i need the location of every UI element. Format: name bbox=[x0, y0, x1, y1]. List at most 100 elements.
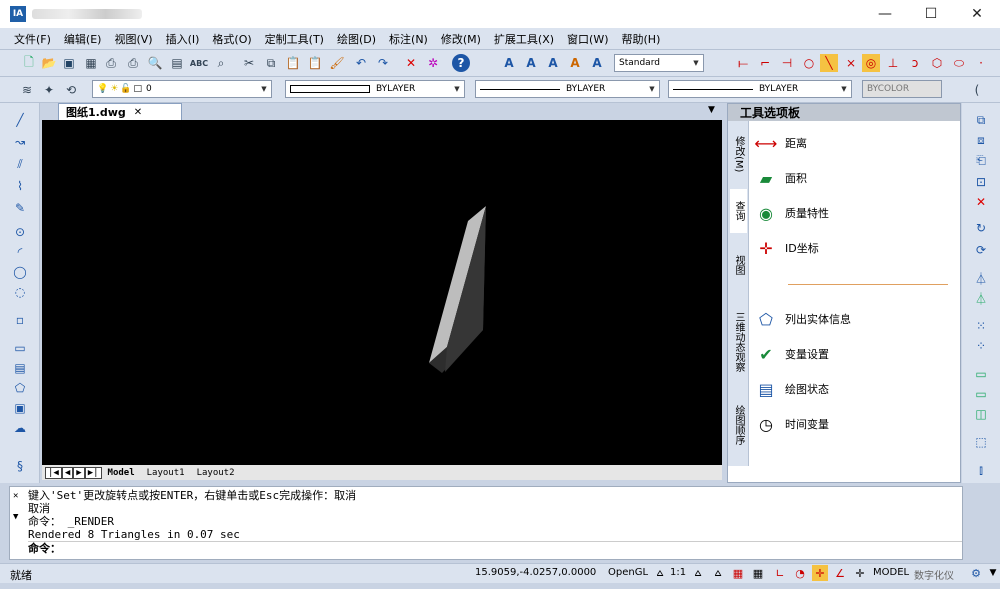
hatch-tool-icon[interactable]: ▤ bbox=[11, 359, 29, 377]
mirror-arc-icon[interactable]: ⟳ bbox=[972, 241, 990, 259]
annotation-scale[interactable]: 1:1 bbox=[670, 567, 686, 578]
construction-line-icon[interactable]: ⊣ bbox=[778, 54, 796, 72]
maximize-button[interactable]: ☐ bbox=[908, 0, 954, 28]
palette-item-id-point[interactable]: ✛ ID坐标 bbox=[752, 233, 818, 263]
line-tool-icon[interactable]: ╱ bbox=[11, 111, 29, 129]
region-tool-icon[interactable]: ⬠ bbox=[11, 379, 29, 397]
plot-style-select[interactable]: BYCOLOR bbox=[862, 80, 942, 98]
polyline-tool-icon[interactable]: ⌇ bbox=[11, 177, 29, 195]
close-button[interactable]: ✕ bbox=[954, 0, 1000, 28]
spline-tool-icon[interactable]: § bbox=[11, 457, 29, 475]
menu-extend-tools[interactable]: 扩展工具(X) bbox=[494, 31, 554, 47]
palette-tab-3d-orbit[interactable]: 三维动态观察 bbox=[730, 297, 747, 387]
lineweight-toggle-icon[interactable]: ✛ bbox=[852, 565, 868, 581]
snap-center-icon[interactable]: ◎ bbox=[862, 54, 880, 72]
first-layout-button[interactable]: |◀ bbox=[45, 466, 62, 479]
paste-special-icon[interactable]: 📋 bbox=[306, 54, 324, 72]
close-icon[interactable]: ✕ bbox=[134, 107, 142, 118]
undo-icon[interactable]: ↶ bbox=[352, 54, 370, 72]
gear-icon[interactable]: ⚙ bbox=[968, 565, 984, 581]
erase-icon[interactable]: ✕ bbox=[972, 193, 990, 211]
annotation-icon[interactable]: ⩟ bbox=[652, 565, 668, 581]
save-icon[interactable]: ▣ bbox=[60, 54, 78, 72]
menu-edit[interactable]: 编辑(E) bbox=[64, 31, 102, 47]
menu-format[interactable]: 格式(O) bbox=[212, 31, 251, 47]
array-polar-icon[interactable]: ⁘ bbox=[972, 337, 990, 355]
menu-file[interactable]: 文件(F) bbox=[14, 31, 51, 47]
annotation-visibility-icon[interactable]: ⩟ bbox=[690, 565, 706, 581]
auto-scale-icon[interactable]: ⩟ bbox=[710, 565, 726, 581]
paste-icon[interactable]: 📋 bbox=[284, 54, 302, 72]
menu-insert[interactable]: 插入(I) bbox=[166, 31, 200, 47]
perpendicular-icon[interactable]: ⊥ bbox=[884, 54, 902, 72]
menu-draw[interactable]: 绘图(D) bbox=[337, 31, 376, 47]
palette-item-status[interactable]: ▤ 绘图状态 bbox=[752, 374, 829, 404]
palette-tab-modify[interactable]: 修改(M) bbox=[730, 129, 747, 179]
multiline-tool-icon[interactable]: ⫽ bbox=[11, 155, 29, 173]
palette-item-time[interactable]: ◷ 时间变量 bbox=[752, 409, 829, 439]
snap-icon[interactable]: ▦ bbox=[730, 565, 746, 581]
scale-icon[interactable]: ▭ bbox=[972, 385, 990, 403]
menu-dimension[interactable]: 标注(N) bbox=[389, 31, 428, 47]
revision-cloud-icon[interactable]: ☁ bbox=[11, 419, 29, 437]
point-tool-icon[interactable]: ▫ bbox=[11, 311, 29, 329]
polygon-icon[interactable]: ⬡ bbox=[928, 54, 946, 72]
palette-item-setvar[interactable]: ✔ 变量设置 bbox=[752, 339, 829, 369]
single-text-icon[interactable]: A bbox=[544, 54, 562, 72]
tab-layout1[interactable]: Layout1 bbox=[147, 468, 185, 478]
linetype-select[interactable]: BYLAYER ▼ bbox=[475, 80, 660, 98]
3d-box-icon[interactable]: ⬚ bbox=[972, 433, 990, 451]
delete-icon[interactable]: ✕ bbox=[402, 54, 420, 72]
redo-icon[interactable]: ↷ bbox=[374, 54, 392, 72]
menu-modify[interactable]: 修改(M) bbox=[441, 31, 481, 47]
next-layout-button[interactable]: ▶ bbox=[73, 466, 85, 479]
layer-state-icon[interactable]: ✦ bbox=[40, 81, 58, 99]
text-style-select[interactable]: Standard ▼ bbox=[614, 54, 704, 72]
tab-layout2[interactable]: Layout2 bbox=[197, 468, 235, 478]
spell-check-icon[interactable]: ABC bbox=[190, 54, 208, 72]
digitizer-toggle[interactable]: 数字化仪 bbox=[914, 567, 954, 582]
color-select[interactable]: BYLAYER ▼ bbox=[285, 80, 465, 98]
otrack-icon[interactable]: ∠ bbox=[832, 565, 848, 581]
help-icon[interactable]: ? bbox=[452, 54, 470, 72]
palette-tab-query[interactable]: 查询 bbox=[730, 189, 747, 233]
arc-icon[interactable]: ╲ bbox=[820, 54, 838, 72]
wblock-icon[interactable]: ⊡ bbox=[972, 173, 990, 191]
polyline-icon[interactable]: ⌐ bbox=[756, 54, 774, 72]
new-file-icon[interactable]: 🗋 bbox=[20, 54, 38, 72]
edit-text-icon[interactable]: A bbox=[566, 54, 584, 72]
donut-tool-icon[interactable]: ◯ bbox=[11, 263, 29, 281]
boundary-tool-icon[interactable]: ▣ bbox=[11, 399, 29, 417]
palette-tab-draw-order[interactable]: 绘图顺序 bbox=[730, 395, 747, 455]
break-icon[interactable]: ⫾ bbox=[972, 461, 990, 479]
palette-tab-view[interactable]: 视图 bbox=[730, 243, 747, 287]
chevron-down-icon[interactable]: ▼ bbox=[13, 511, 18, 524]
arc-draw-icon[interactable]: ◜ bbox=[11, 243, 29, 261]
drawing-viewport[interactable] bbox=[42, 120, 722, 465]
ellipse-arc-icon[interactable]: ◌ bbox=[11, 283, 29, 301]
polar-icon[interactable]: ◔ bbox=[792, 565, 808, 581]
grid-icon[interactable]: ▦ bbox=[750, 565, 766, 581]
publish-icon[interactable]: ▤ bbox=[168, 54, 186, 72]
coordinate-readout[interactable]: 15.9059,-4.0257,0.0000 bbox=[475, 567, 596, 578]
print-preview-icon[interactable]: 🔍 bbox=[146, 54, 164, 72]
ray-tool-icon[interactable]: ↝ bbox=[11, 133, 29, 151]
match-properties-icon[interactable]: 🖌 bbox=[328, 54, 346, 72]
text-style-icon[interactable]: A bbox=[500, 54, 518, 72]
layer-previous-icon[interactable]: ⟲ bbox=[62, 81, 80, 99]
document-tab[interactable]: 图纸1.dwg ✕ bbox=[58, 103, 182, 120]
circle-icon[interactable]: ○ bbox=[800, 54, 818, 72]
osnap-icon[interactable]: ✛ bbox=[812, 565, 828, 581]
command-input[interactable]: 命令： bbox=[28, 541, 962, 555]
menu-help[interactable]: 帮助(H) bbox=[622, 31, 661, 47]
ellipse-icon[interactable]: ⬭ bbox=[950, 54, 968, 72]
copy-object-icon[interactable]: ⧉ bbox=[972, 111, 990, 129]
model-space-toggle[interactable]: MODEL bbox=[873, 567, 909, 578]
print-icon[interactable]: ⎙ bbox=[124, 54, 142, 72]
batch-plot-icon[interactable]: ⎙ bbox=[102, 54, 120, 72]
rectangle-tool-icon[interactable]: ▭ bbox=[11, 339, 29, 357]
extend-icon[interactable]: ◫ bbox=[972, 405, 990, 423]
cut-icon[interactable]: ✂ bbox=[240, 54, 258, 72]
block-icon[interactable]: ⧈ bbox=[972, 131, 990, 149]
point-icon[interactable]: · bbox=[972, 54, 990, 72]
